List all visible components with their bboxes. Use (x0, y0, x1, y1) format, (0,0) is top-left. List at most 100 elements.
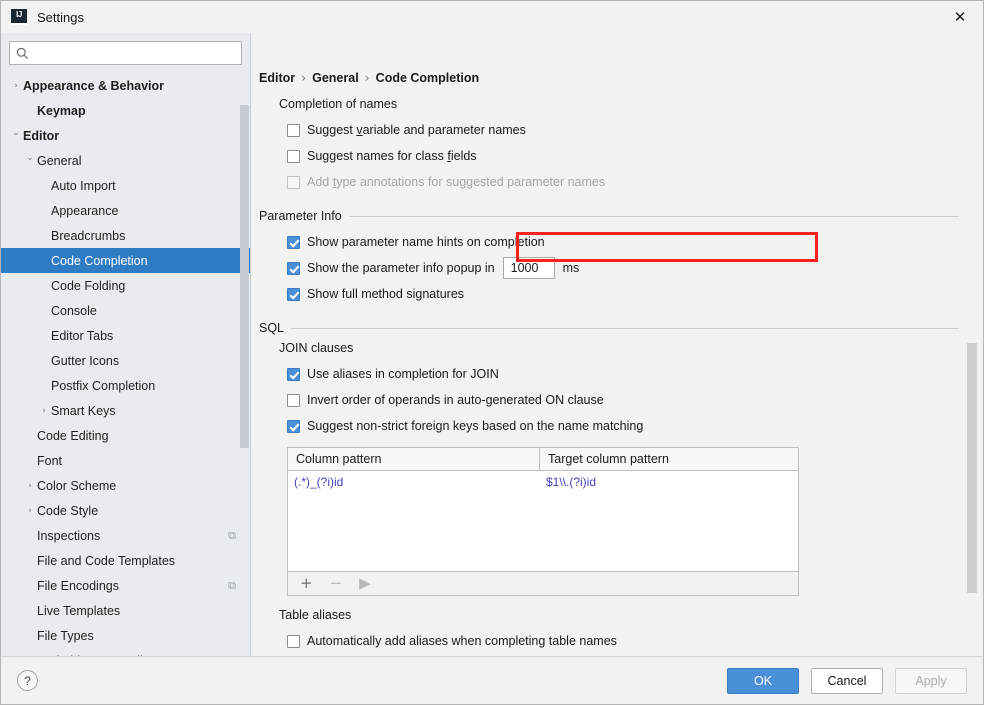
sidebar-item-general[interactable]: ⌄ General (1, 148, 250, 173)
sidebar-item-label: Gutter Icons (51, 353, 120, 368)
popup-delay-input[interactable]: 1000 (502, 257, 555, 279)
chevron-right-icon[interactable]: › (37, 406, 51, 416)
sidebar-item-gutter-icons[interactable]: Gutter Icons (1, 348, 250, 373)
sidebar-item-code-style[interactable]: › Code Style (1, 498, 250, 523)
sidebar-item-font[interactable]: Font (1, 448, 250, 473)
sidebar-item-code-folding[interactable]: Code Folding (1, 273, 250, 298)
search-input[interactable] (34, 42, 235, 64)
sidebar-item-smart-keys[interactable]: › Smart Keys (1, 398, 250, 423)
main-scrollbar-thumb[interactable] (967, 343, 977, 593)
sidebar-item-editor-tabs[interactable]: Editor Tabs (1, 323, 250, 348)
parameter-info-title: Parameter Info (259, 209, 342, 223)
option-join-1[interactable]: Invert order of operands in auto-generat… (287, 387, 959, 413)
sidebar-item-label: Code Editing (37, 428, 109, 443)
option-show-full-method-signatures[interactable]: Show full method signatures (287, 281, 959, 307)
table-row[interactable]: (.*)_(?i)id $1\\.(?i)id (288, 471, 798, 493)
table-header-column-pattern[interactable]: Column pattern (288, 448, 540, 470)
option-completion-names-1[interactable]: Suggest names for class fields (287, 143, 959, 169)
cancel-button[interactable]: Cancel (811, 667, 883, 694)
separator-line (348, 215, 959, 217)
chevron-right-icon[interactable]: › (23, 506, 37, 516)
label-auto-add-aliases: Automatically add aliases when completin… (307, 634, 617, 648)
sidebar-item-auto-import[interactable]: Auto Import (1, 173, 250, 198)
sidebar-item-inspections[interactable]: Inspections ⧉ (1, 523, 250, 548)
checkbox-completion-names-1[interactable] (287, 149, 300, 163)
sidebar-item-label: Code Completion (51, 253, 148, 268)
sidebar-item-live-templates[interactable]: Live Templates (1, 598, 250, 623)
help-icon[interactable]: ? (17, 670, 38, 691)
sidebar-item-file-encodings[interactable]: File Encodings ⧉ (1, 573, 250, 598)
sidebar-item-label: Appearance (51, 203, 119, 218)
parameter-info-separator: Parameter Info (259, 209, 959, 223)
checkbox-show-parameter-name-hints[interactable] (287, 235, 300, 249)
chevron-down-icon[interactable]: ⌄ (9, 128, 23, 138)
option-join-0[interactable]: Use aliases in completion for JOIN (287, 361, 959, 387)
breadcrumb-item[interactable]: General (312, 71, 359, 85)
sidebar-item-label: Auto Import (51, 178, 116, 193)
settings-sidebar: › Appearance & Behavior Keymap ⌄ Editor ⌄ Gene… (1, 33, 251, 656)
add-row-icon[interactable]: + (300, 576, 313, 591)
breadcrumb-item[interactable]: Code Completion (376, 71, 479, 85)
chevron-right-icon[interactable]: › (23, 481, 37, 491)
sidebar-item-appearance-behavior[interactable]: › Appearance & Behavior (1, 73, 250, 98)
label-join-0: Use aliases in completion for JOIN (307, 367, 499, 381)
checkbox-completion-names-0[interactable] (287, 123, 300, 137)
search-box[interactable] (9, 41, 242, 65)
search-icon (16, 47, 29, 60)
sidebar-item-label: Code Folding (51, 278, 126, 293)
sidebar-scrollbar[interactable] (240, 71, 249, 656)
chevron-right-icon[interactable]: › (9, 81, 23, 91)
popup-delay-unit: ms (562, 261, 580, 275)
run-icon[interactable]: ▶ (359, 576, 371, 591)
settings-dialog: IJ Settings ✕ › Appearance & Behavior Keym… (0, 0, 984, 705)
chevron-down-icon[interactable]: ⌄ (23, 153, 37, 163)
ok-button[interactable]: OK (727, 667, 799, 694)
checkbox-auto-add-aliases[interactable] (287, 634, 300, 648)
join-clauses-title: JOIN clauses (279, 341, 354, 355)
checkbox-join-1[interactable] (287, 393, 300, 407)
sidebar-item-android-layout-editor[interactable]: Android Layout Editor (1, 648, 250, 657)
sidebar-item-label: Color Scheme (37, 478, 117, 493)
sidebar-item-file-types[interactable]: File Types (1, 623, 250, 648)
option-join-2[interactable]: Suggest non-strict foreign keys based on… (287, 413, 959, 439)
sidebar-item-postfix-completion[interactable]: Postfix Completion (1, 373, 250, 398)
sidebar-item-breadcrumbs[interactable]: Breadcrumbs (1, 223, 250, 248)
option-auto-add-aliases[interactable]: Automatically add aliases when completin… (287, 628, 959, 654)
cell-column-pattern[interactable]: (.*)_(?i)id (288, 471, 540, 493)
dialog-content: › Appearance & Behavior Keymap ⌄ Editor ⌄ Gene… (1, 33, 983, 656)
copy-settings-icon[interactable]: ⧉ (228, 580, 236, 591)
checkbox-show-parameter-info-popup[interactable] (287, 261, 300, 275)
apply-button[interactable]: Apply (895, 667, 967, 694)
table-header-row: Column pattern Target column pattern (288, 448, 798, 471)
checkbox-completion-names-2 (287, 175, 300, 189)
sidebar-item-appearance[interactable]: Appearance (1, 198, 250, 223)
sidebar-item-editor[interactable]: ⌄ Editor (1, 123, 250, 148)
copy-settings-icon[interactable]: ⧉ (228, 530, 236, 541)
sidebar-item-color-scheme[interactable]: › Color Scheme (1, 473, 250, 498)
option-completion-names-0[interactable]: Suggest variable and parameter names (287, 117, 959, 143)
breadcrumb-item[interactable]: Editor (259, 71, 295, 85)
checkbox-join-0[interactable] (287, 367, 300, 381)
option-show-parameter-name-hints[interactable]: Show parameter name hints on completion (287, 229, 959, 255)
dialog-buttons: OK Cancel Apply (727, 667, 967, 694)
option-show-parameter-info-popup[interactable]: Show the parameter info popup in 1000 ms (287, 255, 959, 281)
option-completion-names-2: Add type annotations for suggested param… (287, 169, 959, 195)
close-icon[interactable]: ✕ (937, 1, 983, 32)
title-bar: IJ Settings ✕ (1, 1, 983, 33)
label-show-full-method-signatures: Show full method signatures (307, 287, 465, 301)
sidebar-item-keymap[interactable]: Keymap (1, 98, 250, 123)
sidebar-scrollbar-thumb[interactable] (240, 105, 249, 448)
sidebar-item-code-editing[interactable]: Code Editing (1, 423, 250, 448)
sidebar-item-label: Postfix Completion (51, 378, 156, 393)
sidebar-item-code-completion[interactable]: Code Completion (1, 248, 250, 273)
checkbox-show-full-method-signatures[interactable] (287, 287, 300, 301)
table-header-target-column-pattern[interactable]: Target column pattern (540, 448, 798, 470)
sidebar-item-label: Code Style (37, 503, 99, 518)
sidebar-item-file-and-code-templates[interactable]: File and Code Templates (1, 548, 250, 573)
checkbox-join-2[interactable] (287, 419, 300, 433)
cell-target-column-pattern[interactable]: $1\\.(?i)id (540, 471, 798, 493)
table-body: (.*)_(?i)id $1\\.(?i)id (288, 471, 798, 571)
remove-row-icon[interactable]: − (330, 576, 343, 591)
label-completion-names-1: Suggest names for class fields (307, 149, 477, 163)
sidebar-item-console[interactable]: Console (1, 298, 250, 323)
